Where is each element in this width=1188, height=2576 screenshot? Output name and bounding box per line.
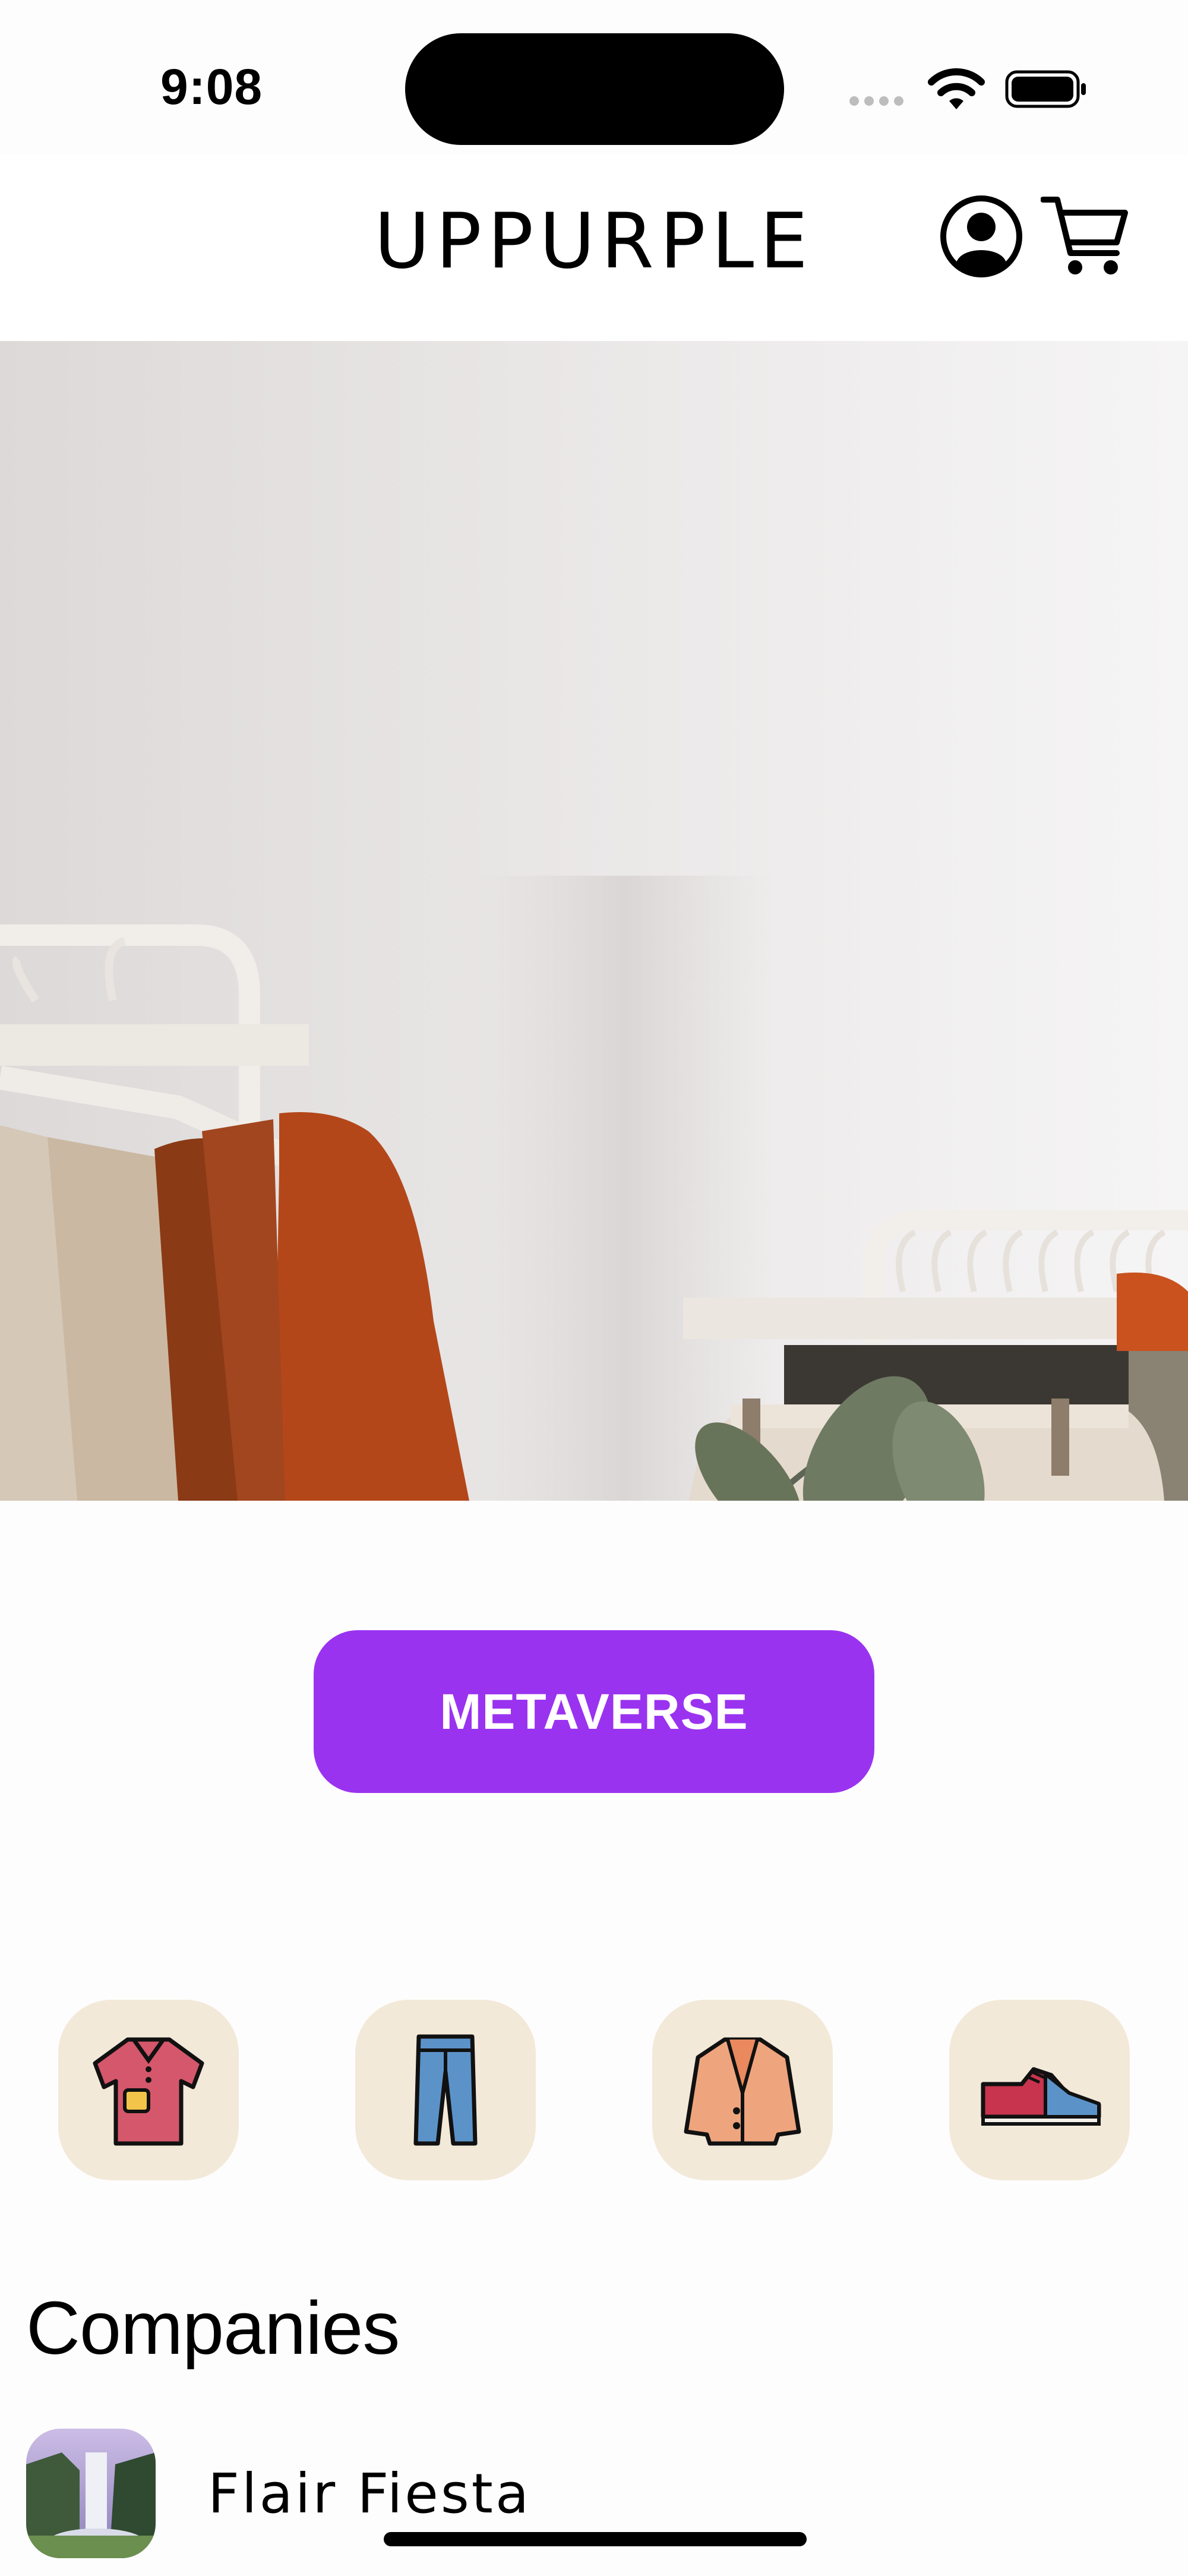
status-time: 9:08 [160,59,263,115]
metaverse-button[interactable]: METAVERSE [314,1630,874,1793]
jeans-icon [413,2034,478,2146]
company-name: Flair Fiesta [208,2462,532,2526]
jacket-icon [684,2037,801,2146]
sneaker-icon [981,2067,1101,2126]
company-avatar [26,2429,156,2558]
header: UPPURPLE [0,154,1188,341]
category-sneaker[interactable] [949,2000,1130,2180]
clothing-rack-photo [0,341,1188,1501]
status-icons [849,65,1099,113]
status-bar: 9:08 [0,0,1188,154]
signal-icon [849,96,909,109]
account-icon [940,195,1022,277]
account-button[interactable] [939,194,1024,279]
category-row [0,2000,1188,2182]
home-indicator[interactable] [384,2532,807,2546]
category-jeans[interactable] [355,2000,536,2180]
hero-image [0,341,1188,1501]
wifi-icon [928,68,985,109]
companies-title: Companies [26,2286,400,2370]
cart-icon [1040,197,1128,274]
category-jacket[interactable] [652,2000,833,2180]
battery-icon [1005,70,1086,108]
dynamic-island [405,33,784,145]
shirt-icon [93,2037,204,2146]
category-shirt[interactable] [58,2000,239,2180]
cart-button[interactable] [1040,194,1130,279]
